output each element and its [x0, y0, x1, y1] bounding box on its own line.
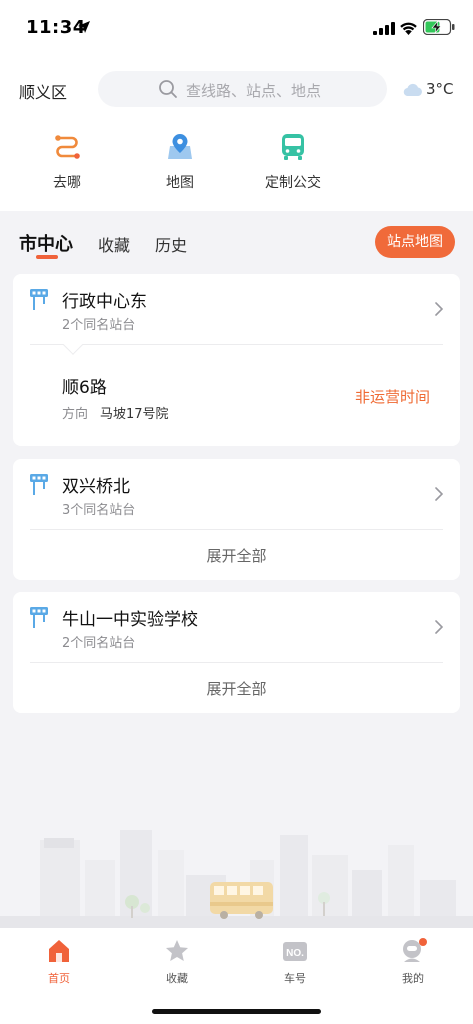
quick-action-label: 去哪 [53, 175, 81, 191]
station-name: 牛山一中实验学校 [62, 610, 198, 630]
search-input[interactable]: 查线路、站点、地点 [98, 71, 387, 107]
direction-label: 方向 [62, 407, 89, 422]
same-name-platforms: 2个同名站台 [62, 318, 136, 333]
route-name[interactable]: 顺6路 [62, 373, 107, 398]
station-card[interactable]: 牛山一中实验学校 2个同名站台 展开全部 [13, 592, 460, 713]
expand-all-button[interactable]: 展开全部 [13, 678, 460, 699]
route-icon [55, 135, 80, 159]
route-direction: 马坡17号院 [100, 407, 169, 422]
search-placeholder: 查线路、站点、地点 [186, 82, 322, 100]
search-icon [159, 80, 177, 98]
bus-stop-icon [30, 474, 48, 495]
home-icon [49, 940, 69, 962]
tab-bar: 市中心 收藏 历史 站点地图 [0, 211, 473, 266]
quick-action-where-to[interactable]: 去哪 [27, 132, 107, 192]
nav-label: 首页 [48, 972, 70, 985]
location-arrow-icon [78, 21, 90, 33]
district-selector[interactable]: 顺义区 [19, 79, 67, 103]
tab-history[interactable]: 历史 [155, 232, 187, 256]
station-name: 双兴桥北 [62, 477, 130, 497]
nav-home[interactable]: 首页 [19, 938, 99, 986]
tab-city-center[interactable]: 市中心 [19, 230, 73, 256]
divider [30, 662, 443, 663]
bus-stop-icon [30, 607, 48, 628]
home-indicator [152, 1009, 321, 1014]
same-name-platforms: 3个同名站台 [62, 503, 136, 518]
nav-label: 收藏 [166, 972, 188, 985]
station-card[interactable]: 行政中心东 2个同名站台 顺6路 方向 马坡17号院 非运营时间 [13, 274, 460, 446]
quick-action-map[interactable]: 地图 [140, 132, 220, 192]
station-map-button[interactable]: 站点地图 [375, 226, 455, 258]
chevron-right-icon[interactable] [435, 487, 443, 501]
station-name: 行政中心东 [62, 292, 147, 312]
vehicle-number-icon: NO. [283, 942, 307, 961]
same-name-platforms: 2个同名站台 [62, 636, 136, 651]
tab-favorites[interactable]: 收藏 [98, 232, 130, 256]
quick-action-custom-bus[interactable]: 定制公交 [253, 132, 333, 192]
quick-action-label: 地图 [166, 175, 194, 191]
svg-text:NO.: NO. [286, 948, 304, 959]
chevron-right-icon[interactable] [435, 620, 443, 634]
bus-icon [282, 134, 304, 160]
battery-charging-icon [423, 19, 455, 35]
wifi-icon [400, 22, 417, 35]
active-tab-indicator [36, 255, 58, 259]
pointer-notch [63, 335, 83, 355]
nav-profile[interactable]: 我的 [373, 938, 453, 986]
nav-vehicle-number[interactable]: NO. 车号 [255, 938, 335, 986]
cellular-signal-icon [373, 22, 395, 35]
expand-all-button[interactable]: 展开全部 [13, 545, 460, 566]
nav-favorites[interactable]: 收藏 [137, 938, 217, 986]
star-icon [166, 940, 188, 961]
nav-label: 我的 [402, 972, 424, 985]
chevron-right-icon[interactable] [435, 302, 443, 316]
quick-action-label: 定制公交 [265, 175, 321, 191]
bus-stop-icon [30, 289, 48, 310]
station-card[interactable]: 双兴桥北 3个同名站台 展开全部 [13, 459, 460, 580]
route-status: 非运营时间 [354, 388, 430, 406]
divider [30, 529, 443, 530]
map-pin-icon [168, 134, 192, 159]
cloud-icon [403, 83, 422, 96]
profile-icon [403, 938, 427, 962]
city-skyline-illustration [0, 820, 473, 930]
temperature: 3°C [426, 80, 454, 98]
divider [30, 344, 443, 345]
status-bar: 11:34 [0, 0, 473, 56]
nav-label: 车号 [284, 972, 306, 985]
